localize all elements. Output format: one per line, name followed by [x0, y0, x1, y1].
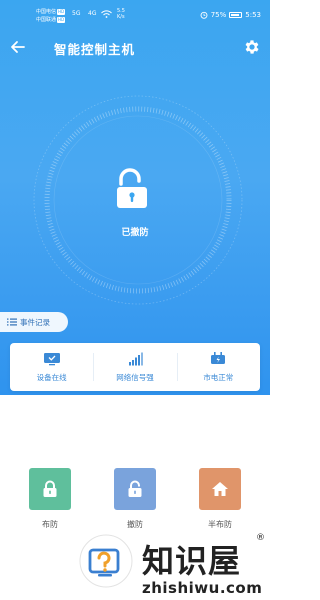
carrier-1-name: 中国电信	[36, 9, 57, 15]
alarm-icon	[200, 11, 208, 19]
arm-button[interactable]: 布防	[27, 468, 73, 530]
unlock-icon	[117, 168, 147, 208]
half-arm-button[interactable]: 半布防	[197, 468, 243, 530]
clock-time: 5:53	[245, 11, 261, 19]
arm-tile[interactable]	[29, 468, 71, 510]
watermark-text: 知识屋	[142, 542, 242, 580]
half-arm-label: 半布防	[208, 520, 232, 529]
arm-status-text: 已撤防	[121, 228, 149, 238]
carrier-1: 中国电信 HD	[36, 9, 66, 15]
disarm-button[interactable]: 撤防	[112, 468, 158, 530]
network-speed: 5.5 K/s	[117, 8, 125, 20]
carrier-2-name: 中国联通	[36, 17, 57, 23]
status-bar: 中国电信 HD 中国联通 HD 5G 4G 5.5 K/s 75% 5:53	[0, 0, 270, 30]
monitor-icon	[43, 352, 60, 365]
back-button[interactable]	[10, 36, 32, 58]
status-device-online-label: 设备在线	[36, 372, 67, 382]
half-arm-tile[interactable]	[199, 468, 241, 510]
unlock-icon	[128, 480, 142, 497]
signal-bars-icon	[128, 352, 143, 365]
gear-icon	[245, 40, 259, 54]
question-monitor-icon	[79, 534, 133, 588]
event-log-label: 事件记录	[20, 317, 50, 327]
carrier-1-badge: HD	[57, 9, 66, 15]
battery-icon	[229, 12, 243, 18]
event-log-button[interactable]: 事件记录	[0, 312, 68, 332]
status-network-signal: 网络信号强	[93, 343, 176, 391]
page-title: 智能控制主机	[54, 42, 136, 57]
top-nav: 智能控制主机	[0, 32, 270, 62]
lock-icon	[43, 480, 57, 497]
disarm-label: 撤防	[127, 520, 143, 529]
signal-5g: 5G	[72, 10, 81, 17]
list-icon	[7, 318, 17, 326]
watermark: 知识屋 ® zhishiwu.com	[78, 533, 270, 600]
status-network-signal-label: 网络信号强	[116, 372, 154, 382]
status-mains-power-label: 市电正常	[203, 372, 234, 382]
arrow-left-icon	[11, 41, 25, 53]
carrier-2-badge: HD	[57, 17, 66, 23]
wifi-icon	[101, 10, 112, 18]
watermark-registered: ®	[256, 533, 265, 543]
disarm-tile[interactable]	[114, 468, 156, 510]
status-device-online: 设备在线	[10, 343, 93, 391]
power-plug-icon	[211, 351, 226, 364]
arm-label: 布防	[42, 520, 58, 529]
signal-4g: 4G	[88, 10, 97, 17]
status-mains-power: 市电正常	[176, 343, 260, 391]
battery-percent: 75%	[210, 11, 227, 19]
home-icon	[212, 482, 228, 496]
status-right: 75% 5:53	[200, 11, 261, 19]
watermark-url: zhishiwu.com	[142, 579, 263, 597]
action-bar: 布防 撤防 半布防	[0, 468, 270, 538]
device-status-card: 设备在线 网络信号强 市电正常	[10, 343, 260, 391]
carrier-2: 中国联通 HD	[36, 17, 66, 23]
settings-button[interactable]	[243, 38, 261, 56]
